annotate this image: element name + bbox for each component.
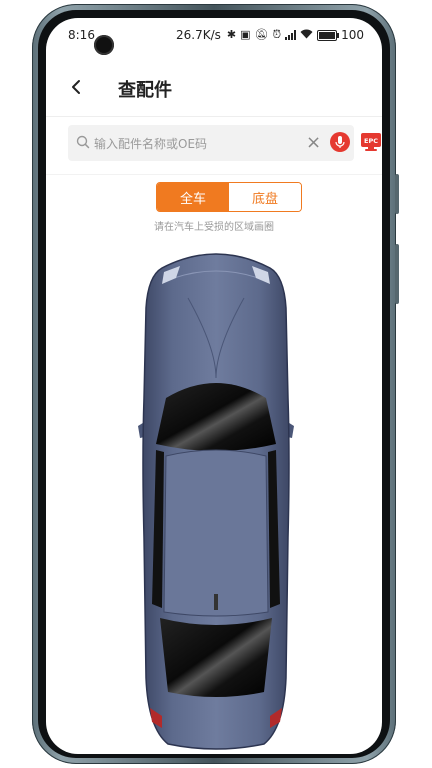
mute-icon: 🔕︎ — [254, 28, 269, 41]
phone-frame: 8:16 26.7K/s ✱ ▣ 🔕︎ ⏰︎ 100 查配件 输入配件名称或OE… — [32, 4, 399, 764]
phone-bezel: 8:16 26.7K/s ✱ ▣ 🔕︎ ⏰︎ 100 查配件 输入配件名称或OE… — [38, 10, 390, 758]
status-time: 8:16 — [68, 28, 95, 42]
search-divider — [46, 174, 382, 175]
search-icon — [76, 135, 90, 149]
tab-chassis[interactable]: 底盘 — [229, 183, 301, 211]
search-input[interactable] — [92, 125, 296, 163]
alarm-icon: ⏰︎ — [272, 28, 282, 41]
back-arrow-icon[interactable] — [66, 76, 88, 98]
epc-label: EPC — [364, 137, 378, 145]
signal-icon — [285, 30, 297, 40]
epc-catalog-icon[interactable]: EPC — [360, 131, 382, 153]
tab-full-car[interactable]: 全车 — [157, 183, 229, 211]
battery-icon — [317, 29, 340, 41]
status-icons: 26.7K/s ✱ ▣ 🔕︎ ⏰︎ 100 — [176, 28, 364, 42]
clear-icon[interactable]: × — [306, 134, 321, 152]
power-button — [395, 244, 399, 304]
header-divider — [46, 116, 382, 117]
search-bar: × — [68, 125, 354, 163]
status-bar: 8:16 26.7K/s ✱ ▣ 🔕︎ ⏰︎ 100 — [46, 18, 382, 55]
wifi-icon — [300, 29, 313, 42]
screen: 8:16 26.7K/s ✱ ▣ 🔕︎ ⏰︎ 100 查配件 输入配件名称或OE… — [46, 18, 382, 754]
bluetooth-icon: ✱ — [226, 28, 237, 41]
roof[interactable] — [163, 449, 269, 617]
microphone-icon[interactable] — [330, 132, 350, 152]
car-diagram[interactable] — [104, 238, 328, 754]
page-title: 查配件 — [118, 80, 172, 101]
front-camera — [94, 35, 114, 55]
view-toggle: 全车 底盘 — [156, 182, 302, 212]
rear-window[interactable] — [160, 618, 272, 697]
battery-level: 100 — [341, 28, 364, 42]
hint-text: 请在汽车上受损的区域画圈 — [154, 222, 274, 233]
volume-button — [395, 174, 399, 214]
net-speed: 26.7K/s — [176, 28, 221, 42]
vibrate-icon: ▣ — [240, 28, 251, 41]
app-header: 查配件 — [46, 62, 382, 112]
